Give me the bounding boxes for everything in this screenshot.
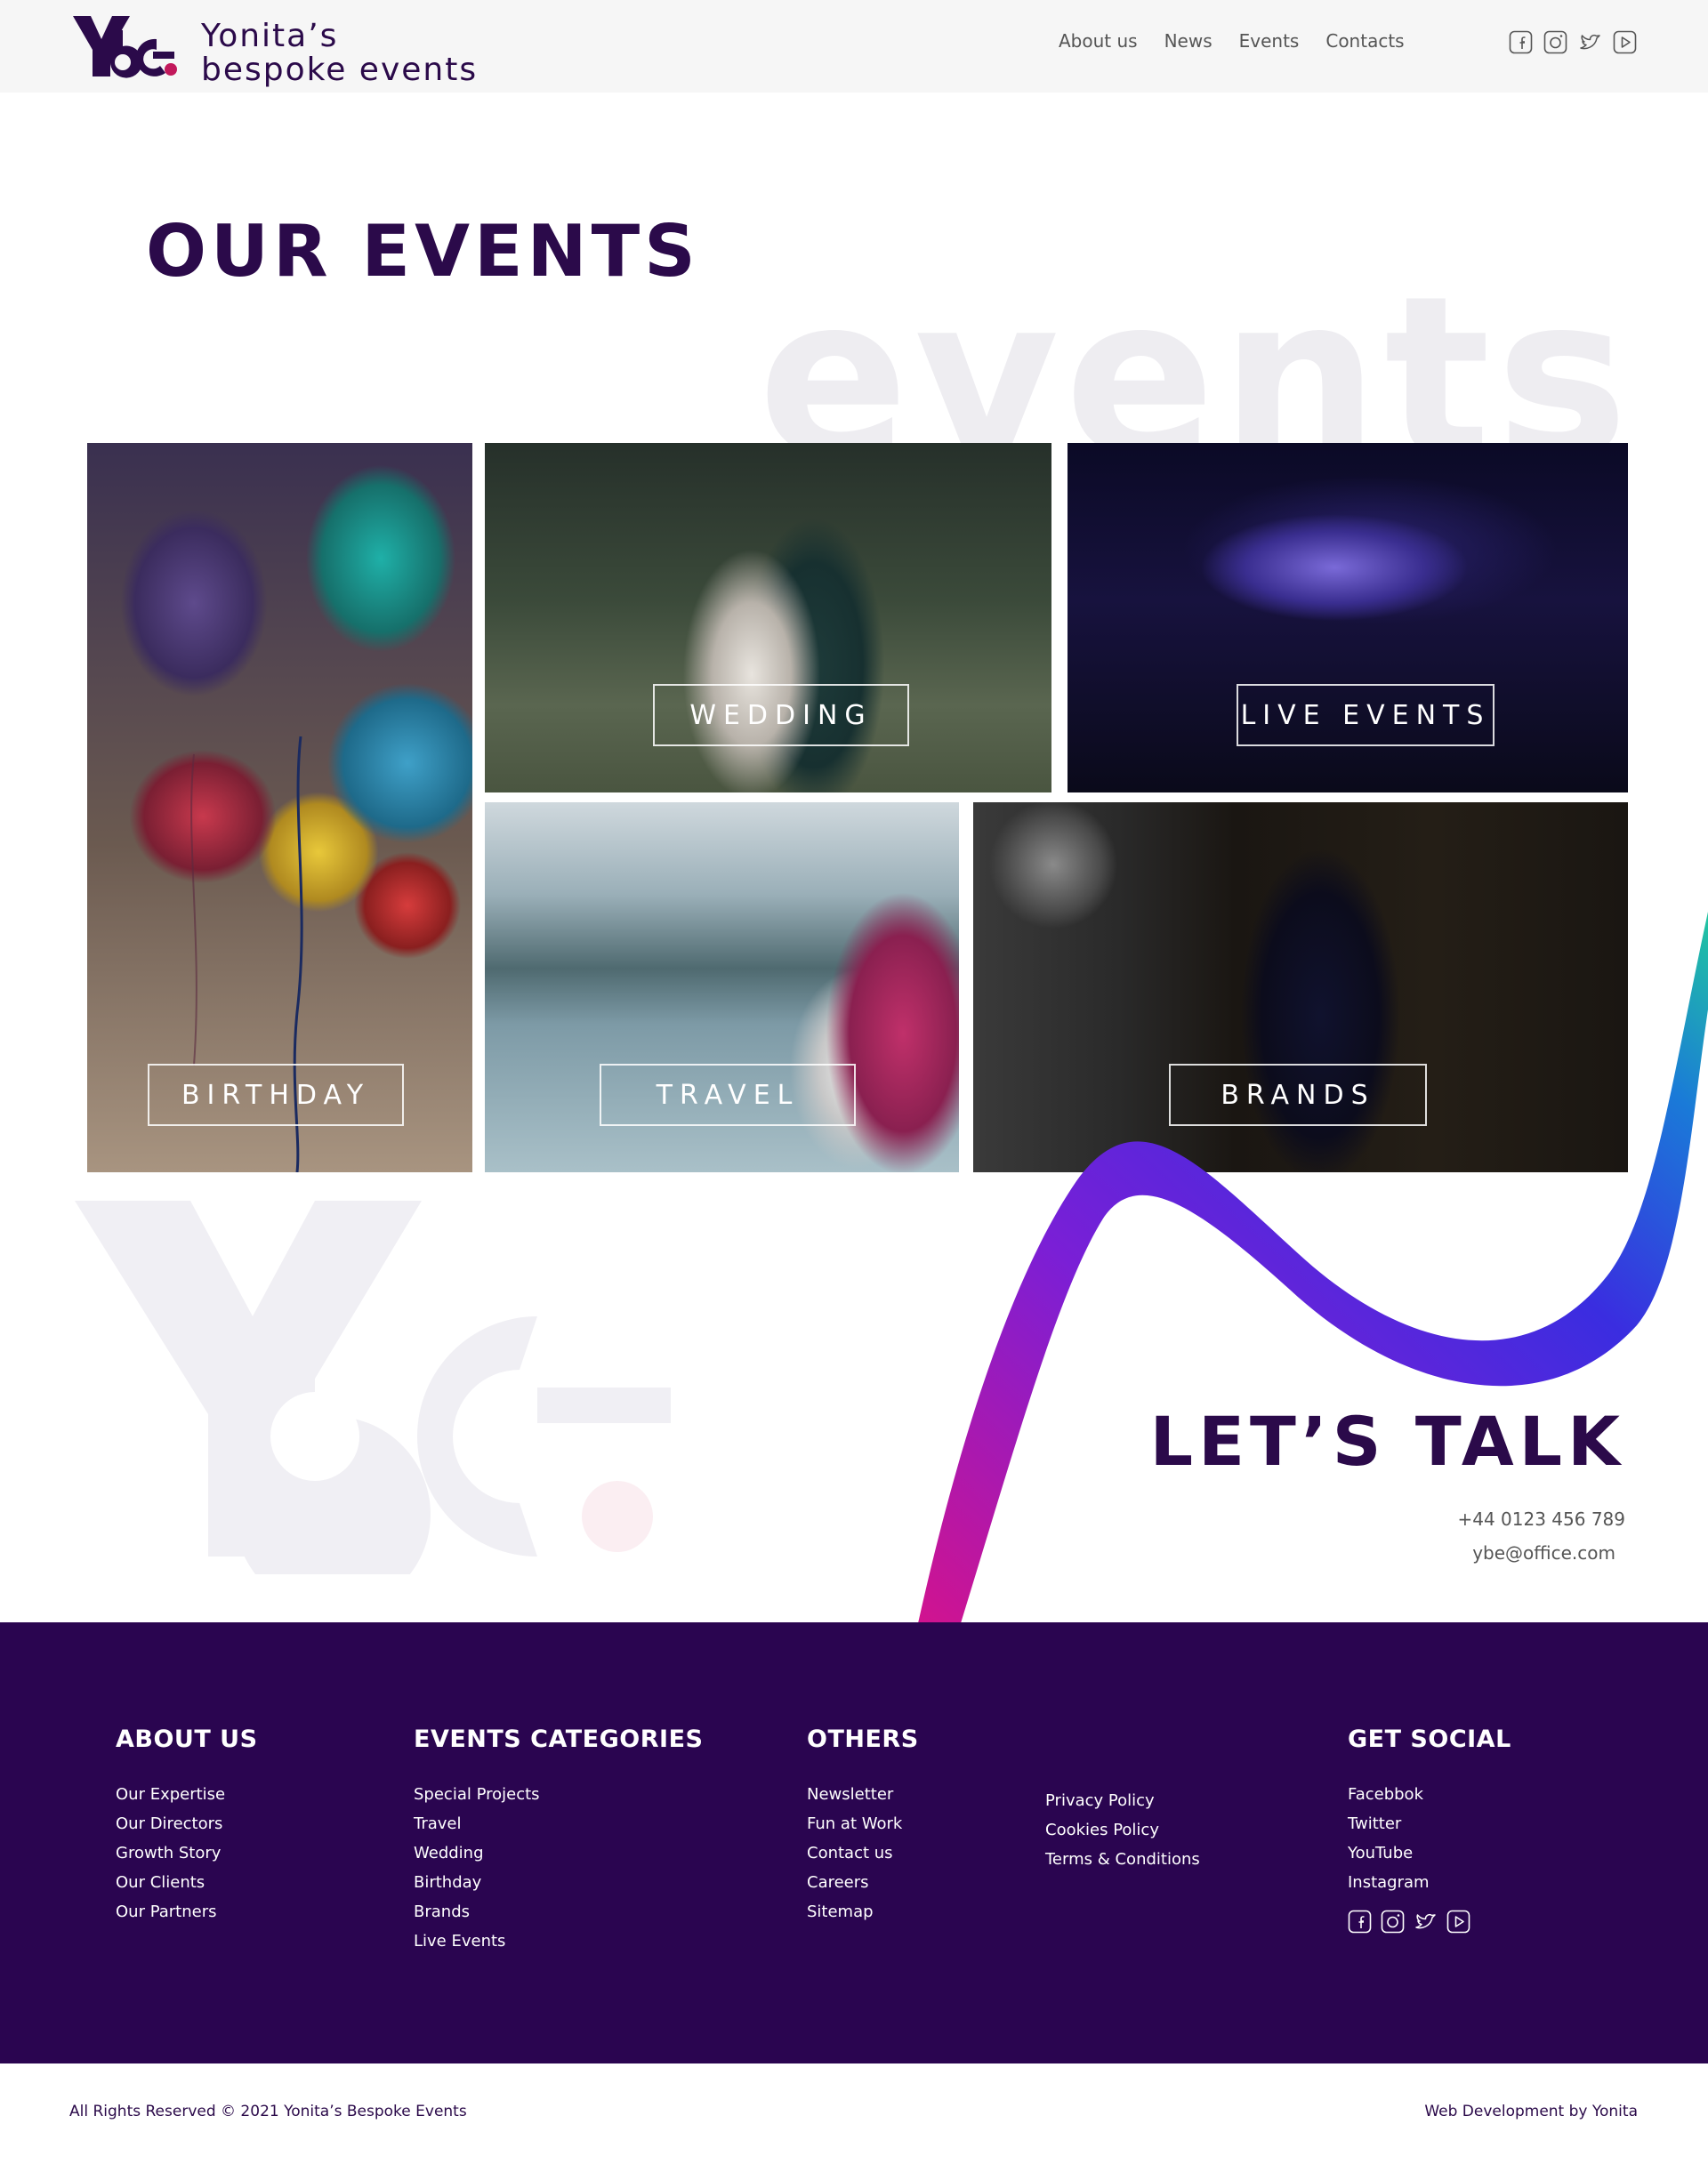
footer-link[interactable]: Contact us bbox=[807, 1838, 919, 1868]
facebook-icon[interactable] bbox=[1509, 30, 1533, 54]
header-social-links bbox=[1509, 30, 1637, 54]
logo-line-2: bespoke events bbox=[201, 52, 479, 88]
footer-link[interactable]: Birthday bbox=[414, 1868, 703, 1897]
nav-events[interactable]: Events bbox=[1239, 30, 1300, 52]
tile-label-wedding: WEDDING bbox=[653, 684, 909, 746]
copyright-text: All Rights Reserved © 2021 Yonita’s Besp… bbox=[69, 2103, 467, 2120]
nav-news[interactable]: News bbox=[1164, 30, 1213, 52]
background-logo-watermark bbox=[75, 1201, 671, 1574]
footer-link[interactable]: Careers bbox=[807, 1868, 919, 1897]
lets-talk-heading: LET’S TALK bbox=[1149, 1402, 1625, 1481]
footer-policies-column: Privacy Policy Cookies Policy Terms & Co… bbox=[1045, 1786, 1200, 1874]
footer-social-icons bbox=[1348, 1910, 1511, 1934]
footer-others-column: OTHERS Newsletter Fun at Work Contact us… bbox=[807, 1726, 919, 1927]
footer-link[interactable]: Newsletter bbox=[807, 1780, 919, 1809]
footer-others-heading: OTHERS bbox=[807, 1726, 919, 1753]
balloons-image bbox=[190, 736, 303, 1172]
youtube-icon[interactable] bbox=[1613, 30, 1637, 54]
footer-link[interactable]: Fun at Work bbox=[807, 1809, 919, 1838]
event-tile-birthday[interactable]: BIRTHDAY bbox=[87, 443, 472, 1172]
logo-line-1: Yonita’s bbox=[201, 18, 339, 54]
main-nav: About us News Events Contacts bbox=[1059, 30, 1405, 52]
site-header: Yonita’s bespoke events About us News Ev… bbox=[0, 0, 1708, 93]
instagram-icon[interactable] bbox=[1543, 30, 1567, 54]
footer-categories-column: EVENTS CATEGORIES Special Projects Trave… bbox=[414, 1726, 703, 1956]
footer-link[interactable]: YouTube bbox=[1348, 1838, 1511, 1868]
footer-social-heading: GET SOCIAL bbox=[1348, 1726, 1511, 1753]
footer-link[interactable]: Privacy Policy bbox=[1045, 1786, 1200, 1815]
tile-label-live-events: LIVE EVENTS bbox=[1237, 684, 1494, 746]
logo-text[interactable]: Yonita’s bespoke events bbox=[201, 20, 478, 87]
page-title: OUR EVENTS bbox=[146, 210, 700, 293]
event-tile-travel[interactable]: TRAVEL bbox=[485, 802, 959, 1172]
footer-social-column: GET SOCIAL Facebbok Twitter YouTube Inst… bbox=[1348, 1726, 1511, 1934]
nav-contacts[interactable]: Contacts bbox=[1325, 30, 1404, 52]
footer-link[interactable]: Brands bbox=[414, 1897, 703, 1927]
instagram-icon[interactable] bbox=[1381, 1910, 1405, 1934]
footer-about-column: ABOUT US Our Expertise Our Directors Gro… bbox=[116, 1726, 258, 1927]
footer-link[interactable]: Our Directors bbox=[116, 1809, 258, 1838]
event-tile-live-events[interactable]: LIVE EVENTS bbox=[1068, 443, 1628, 792]
footer-link[interactable]: Instagram bbox=[1348, 1868, 1511, 1897]
contact-phone[interactable]: +44 0123 456 789 bbox=[1457, 1508, 1625, 1530]
footer-link[interactable]: Our Partners bbox=[116, 1897, 258, 1927]
footer-link[interactable]: Our Expertise bbox=[116, 1780, 258, 1809]
facebook-icon[interactable] bbox=[1348, 1910, 1372, 1934]
tile-label-travel: TRAVEL bbox=[600, 1064, 856, 1126]
event-tile-wedding[interactable]: WEDDING bbox=[485, 443, 1051, 792]
footer-categories-heading: EVENTS CATEGORIES bbox=[414, 1726, 704, 1753]
tile-label-birthday: BIRTHDAY bbox=[148, 1064, 404, 1126]
twitter-icon[interactable] bbox=[1414, 1910, 1438, 1934]
footer-link[interactable]: Our Clients bbox=[116, 1868, 258, 1897]
footer-link[interactable]: Twitter bbox=[1348, 1809, 1511, 1838]
contact-email[interactable]: ybe@office.com bbox=[1472, 1542, 1615, 1564]
footer-link[interactable]: Wedding bbox=[414, 1838, 703, 1868]
footer-link[interactable]: Sitemap bbox=[807, 1897, 919, 1927]
bottom-bar: All Rights Reserved © 2021 Yonita’s Besp… bbox=[0, 2063, 1708, 2172]
site-footer: ABOUT US Our Expertise Our Directors Gro… bbox=[0, 1622, 1708, 2063]
footer-link[interactable]: Growth Story bbox=[116, 1838, 258, 1868]
footer-link[interactable]: Facebbok bbox=[1348, 1780, 1511, 1809]
footer-link[interactable]: Terms & Conditions bbox=[1045, 1845, 1200, 1874]
youtube-icon[interactable] bbox=[1446, 1910, 1470, 1934]
developer-credit[interactable]: Web Development by Yonita bbox=[1424, 2103, 1638, 2120]
footer-link[interactable]: Live Events bbox=[414, 1927, 703, 1956]
twitter-icon[interactable] bbox=[1578, 30, 1602, 54]
footer-link[interactable]: Cookies Policy bbox=[1045, 1815, 1200, 1845]
logo-icon[interactable] bbox=[71, 14, 181, 82]
footer-link[interactable]: Special Projects bbox=[414, 1780, 703, 1809]
footer-link[interactable]: Travel bbox=[414, 1809, 703, 1838]
footer-about-heading: ABOUT US bbox=[116, 1726, 258, 1753]
nav-about-us[interactable]: About us bbox=[1059, 30, 1138, 52]
